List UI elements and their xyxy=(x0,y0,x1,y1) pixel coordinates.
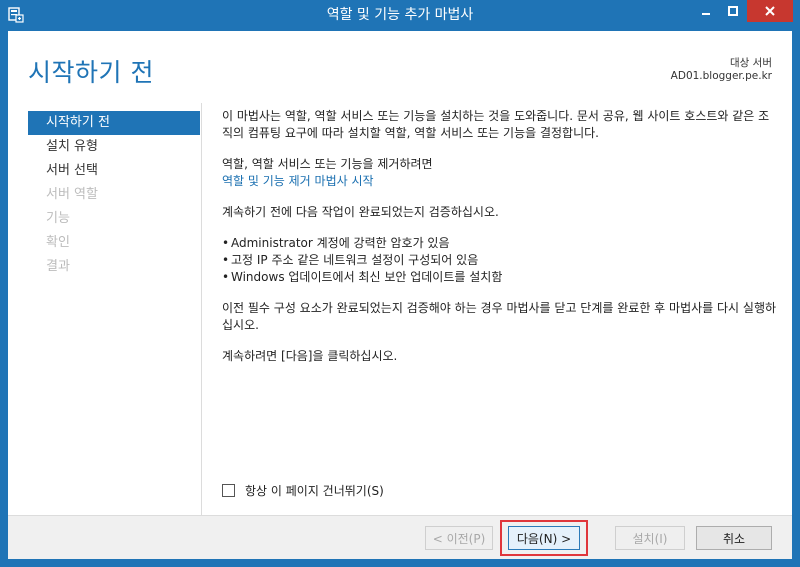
nav-item-server-roles: 서버 역할 xyxy=(46,187,98,202)
remove-wizard-link[interactable]: 역할 및 기능 제거 마법사 시작 xyxy=(222,174,374,188)
list-item: Windows 업데이트에서 최신 보안 업데이트를 설치함 xyxy=(222,269,777,286)
nav-item-results: 결과 xyxy=(46,259,70,274)
list-item: Administrator 계정에 강력한 암호가 있음 xyxy=(222,235,777,252)
main-panel: 이 마법사는 역할, 역할 서비스 또는 기능을 설치하는 것을 도와줍니다. … xyxy=(222,108,777,379)
title-bar: 역할 및 기능 추가 마법사 xyxy=(0,0,800,30)
minimize-button[interactable] xyxy=(693,0,719,22)
wizard-content: 시작하기 전 대상 서버 AD01.blogger.pe.kr 시작하기 전 설… xyxy=(8,31,792,559)
close-icon xyxy=(765,6,775,16)
install-button[interactable]: 설치(I) xyxy=(615,526,685,550)
skip-page-option[interactable]: 항상 이 페이지 건너뛰기(S) xyxy=(222,482,384,499)
next-button[interactable]: 다음(N) > xyxy=(508,526,580,550)
remove-text: 역할, 역할 서비스 또는 기능을 제거하려면 xyxy=(222,157,433,171)
prereq-text: 이전 필수 구성 요소가 완료되었는지 검증해야 하는 경우 마법사를 닫고 단… xyxy=(222,301,777,332)
target-server-label: 대상 서버 xyxy=(730,57,772,69)
nav-item-confirmation: 확인 xyxy=(46,235,70,250)
list-item: 고정 IP 주소 같은 네트워크 설정이 구성되어 있음 xyxy=(222,252,777,269)
nav-divider xyxy=(201,103,202,515)
nav-item-installation-type[interactable]: 설치 유형 xyxy=(28,135,200,159)
maximize-icon xyxy=(728,6,738,16)
verify-text: 계속하기 전에 다음 작업이 완료되었는지 검증하십시오. xyxy=(222,205,499,219)
skip-page-checkbox[interactable] xyxy=(222,484,235,497)
close-button[interactable] xyxy=(747,0,793,22)
target-server-value: AD01.blogger.pe.kr xyxy=(670,70,772,82)
continue-text: 계속하려면 [다음]을 클릭하십시오. xyxy=(222,349,398,363)
window-title: 역할 및 기능 추가 마법사 xyxy=(326,7,474,23)
wizard-footer: < 이전(P) 다음(N) > 설치(I) 취소 xyxy=(8,515,792,559)
cancel-button[interactable]: 취소 xyxy=(696,526,772,550)
nav-item-before-you-begin[interactable]: 시작하기 전 xyxy=(28,111,200,135)
nav-item-server-selection[interactable]: 서버 선택 xyxy=(28,159,200,183)
maximize-button[interactable] xyxy=(720,0,746,22)
previous-button[interactable]: < 이전(P) xyxy=(425,526,493,550)
wizard-nav: 시작하기 전 설치 유형 서버 선택 서버 역할 기능 확인 결과 xyxy=(28,111,200,279)
skip-page-label: 항상 이 페이지 건너뛰기(S) xyxy=(245,484,384,498)
nav-item-features: 기능 xyxy=(46,211,70,226)
intro-text: 이 마법사는 역할, 역할 서비스 또는 기능을 설치하는 것을 도와줍니다. … xyxy=(222,109,770,140)
minimize-icon xyxy=(702,13,710,15)
page-title: 시작하기 전 xyxy=(28,58,154,87)
wizard-window: 역할 및 기능 추가 마법사 시작하기 전 대상 서버 AD01.blogger… xyxy=(0,0,800,567)
prereq-list: Administrator 계정에 강력한 암호가 있음 고정 IP 주소 같은… xyxy=(222,235,777,286)
